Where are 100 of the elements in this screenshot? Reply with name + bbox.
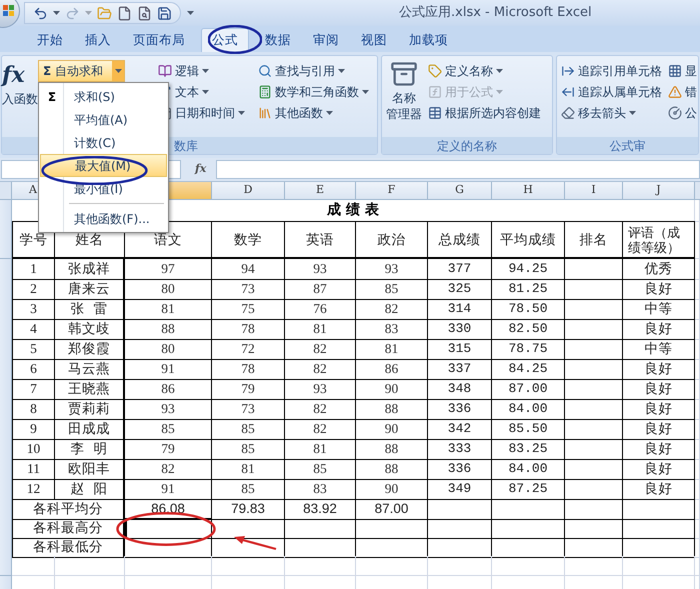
table-cell: 4	[12, 319, 55, 340]
table-cell: 赵 阳	[55, 479, 125, 500]
sheet-title: 成 绩 表	[327, 201, 379, 220]
formula-input[interactable]	[216, 160, 700, 179]
table-cell: 优秀	[623, 259, 695, 280]
table-cell: 中等	[623, 339, 695, 360]
table-cell: 85	[125, 419, 212, 440]
redo-icon[interactable]	[65, 6, 80, 20]
table-cell: 良好	[623, 379, 695, 400]
column-header[interactable]: G	[428, 182, 492, 200]
table-cell: 75	[212, 299, 285, 320]
ribbon-button[interactable]: 根据所选内容创建	[426, 102, 543, 123]
new-document-icon[interactable]	[117, 6, 132, 20]
row-header[interactable]	[0, 259, 12, 280]
ribbon-button[interactable]: 显	[666, 60, 698, 81]
ribbon-button[interactable]: 追踪引用单元格	[559, 60, 664, 81]
table-cell: 张成祥	[55, 259, 125, 280]
table-cell: 82	[285, 359, 356, 380]
column-header[interactable]: H	[492, 182, 565, 200]
save-icon[interactable]	[157, 6, 172, 20]
table-cell: 94.25	[492, 259, 565, 280]
table-cell: 各科平均分	[12, 499, 125, 520]
insert-function-button[interactable]: fx 入函数	[2, 60, 38, 137]
folder-icon[interactable]	[97, 6, 112, 20]
column-header[interactable]: F	[356, 182, 428, 200]
ribbon-tab[interactable]: 公式	[201, 28, 249, 52]
table-cell: 84.25	[492, 359, 565, 380]
card-file-icon	[390, 60, 418, 88]
table-cell: 78.75	[492, 339, 565, 360]
ribbon-button[interactable]: 公	[666, 102, 698, 123]
table-cell: 342	[428, 419, 492, 440]
ribbon-button[interactable]: 逻辑	[156, 60, 256, 81]
empty-cell	[565, 556, 623, 576]
menu-item[interactable]: Σ 求和(S)	[40, 85, 167, 108]
caret-icon	[202, 90, 209, 94]
name-manager-button[interactable]: 名称 管理器	[384, 60, 424, 137]
row-header[interactable]	[0, 200, 12, 222]
caret-icon	[202, 68, 209, 72]
menu-item[interactable]: 平均值(A)	[40, 108, 167, 131]
empty-cell	[565, 259, 623, 280]
column-header[interactable]: J	[623, 182, 695, 200]
empty-cell	[565, 339, 623, 360]
ribbon-button[interactable]: 定义名称	[426, 60, 543, 81]
select-all-corner[interactable]	[0, 182, 12, 200]
print-preview-icon[interactable]	[137, 6, 152, 20]
ribbon-tab[interactable]: 页面布局	[123, 28, 195, 52]
table-cell: 82	[125, 459, 212, 480]
empty-cell	[565, 499, 623, 520]
table-cell: 10	[12, 439, 55, 460]
table-cell: 336	[428, 459, 492, 480]
empty-cell	[565, 419, 623, 440]
column-heading: 评语（成绩等级）	[623, 221, 695, 259]
table-cell: 85	[212, 439, 285, 460]
empty-cell	[565, 439, 623, 460]
window-title: 公式应用.xlsx - Microsoft Excel	[399, 4, 592, 22]
caret-icon	[338, 68, 345, 72]
table-cell: 333	[428, 439, 492, 460]
empty-cell	[565, 379, 623, 400]
column-header[interactable]: E	[285, 182, 356, 200]
ribbon-button[interactable]: 错	[666, 81, 698, 102]
table-cell: 良好	[623, 419, 695, 440]
column-header[interactable]	[695, 182, 700, 200]
table-cell: 330	[428, 319, 492, 340]
table-cell: 86.08	[125, 499, 212, 520]
row-header[interactable]	[0, 556, 12, 576]
caret-icon	[238, 110, 245, 114]
table-cell: 336	[428, 399, 492, 420]
ribbon-tab[interactable]: 视图	[351, 28, 397, 52]
column-header[interactable]: I	[565, 182, 623, 200]
ribbon-button[interactable]: 数学和三角函数	[256, 81, 371, 102]
table-cell: 81	[285, 319, 356, 340]
ribbon-button[interactable]: 其他函数	[256, 102, 371, 123]
table-cell: 377	[428, 259, 492, 280]
ribbon-button[interactable]: 查找与引用	[256, 60, 371, 81]
caret-icon	[496, 90, 503, 94]
ribbon-tab[interactable]: 数据	[255, 28, 301, 52]
ribbon-tab[interactable]: 审阅	[303, 28, 349, 52]
empty-cell	[55, 556, 125, 576]
ribbon-tab[interactable]: 插入	[75, 28, 121, 52]
trace-icon	[561, 84, 575, 98]
table-cell: 88	[356, 459, 428, 480]
column-heading: 总成绩	[428, 221, 492, 259]
fx-icon: fx	[195, 161, 206, 178]
row-header[interactable]	[0, 221, 12, 259]
autosum-button[interactable]: Σ 自动求和	[38, 60, 125, 82]
ribbon-tab[interactable]: 开始	[27, 28, 73, 52]
ribbon-button[interactable]: 移去箭头	[559, 102, 664, 123]
ribbon-button[interactable]: 追踪从属单元格	[559, 81, 664, 102]
table-cell: 7	[12, 379, 55, 400]
empty-cell	[285, 537, 356, 558]
empty-cell	[356, 556, 428, 576]
table-cell: 348	[428, 379, 492, 400]
ribbon-tab[interactable]: 加载项	[399, 28, 458, 52]
caret-icon	[85, 11, 92, 15]
undo-icon[interactable]	[33, 6, 48, 20]
empty-cell	[565, 459, 623, 480]
table-cell: 73	[212, 279, 285, 300]
caret-icon	[496, 68, 503, 72]
table-cell: 中等	[623, 299, 695, 320]
column-header[interactable]: D	[212, 182, 285, 200]
